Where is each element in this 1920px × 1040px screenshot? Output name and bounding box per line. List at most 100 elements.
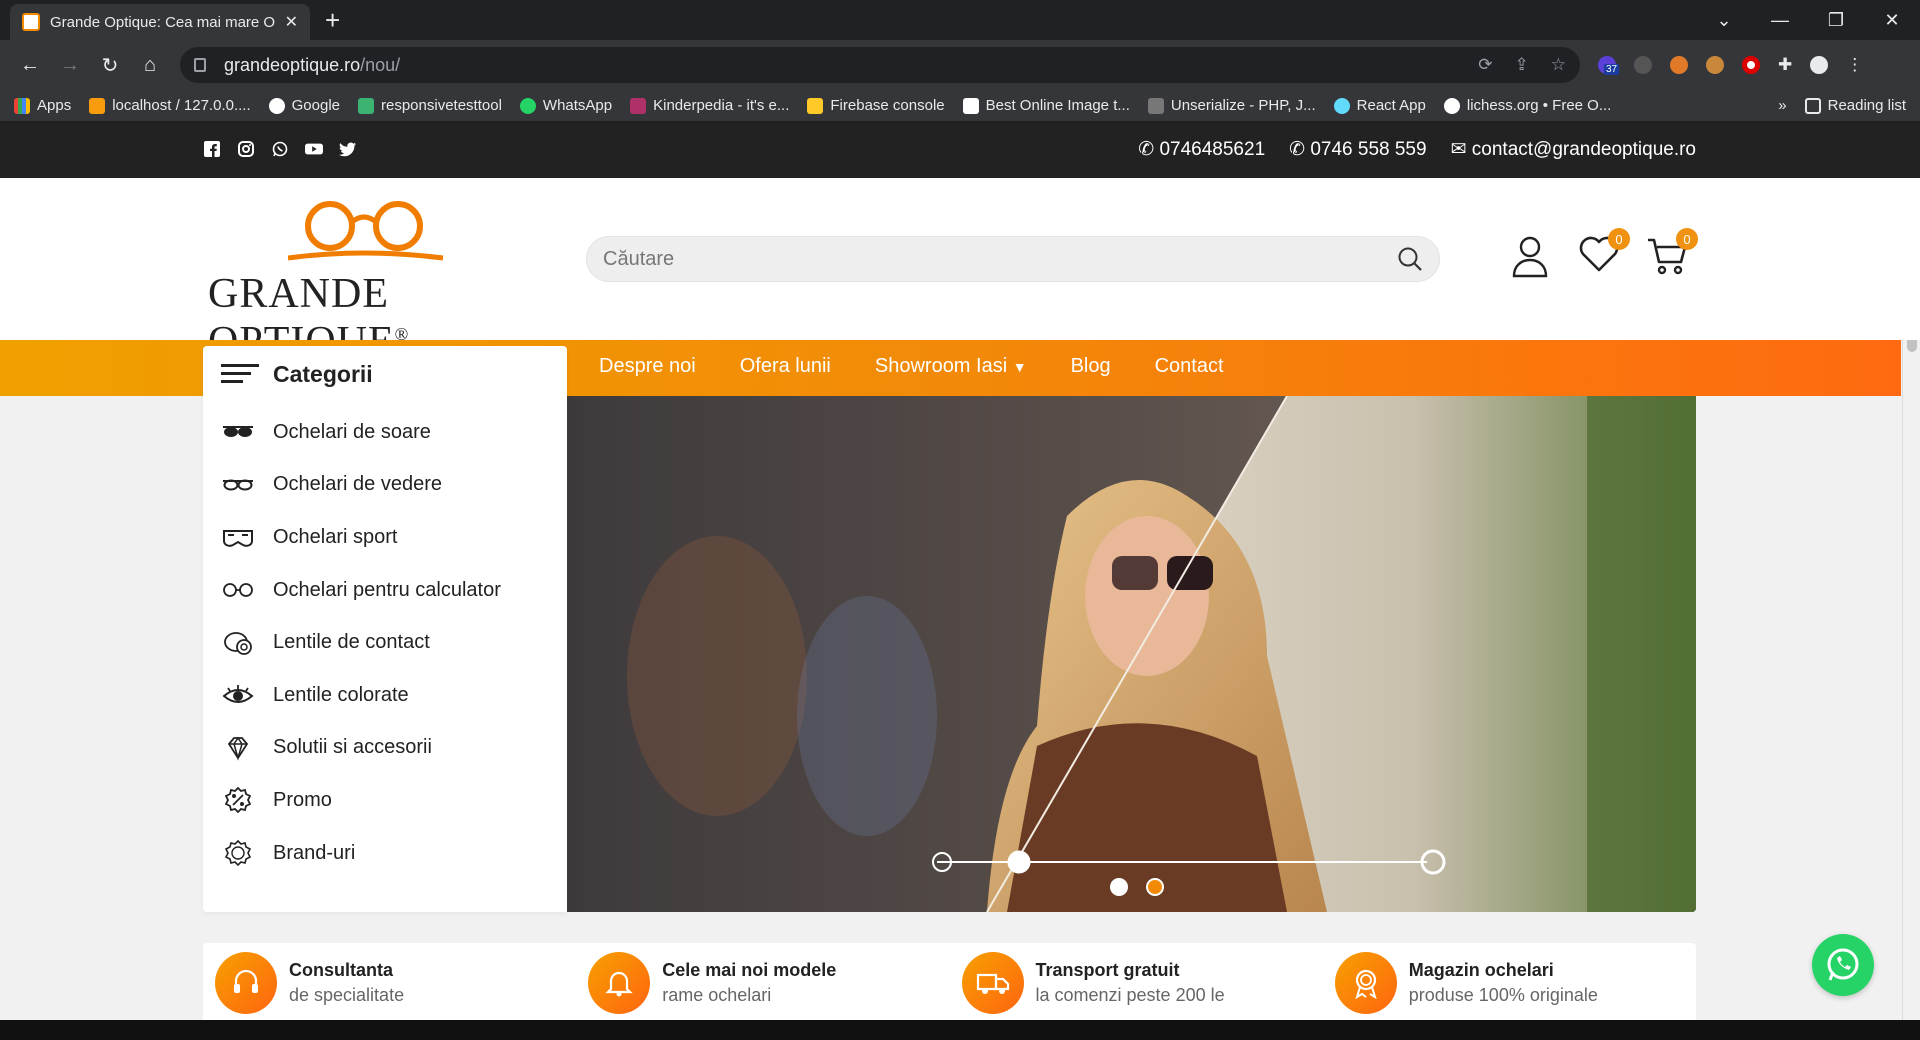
nav-despre-noi[interactable]: Despre noi [599,355,696,378]
profile-icon[interactable] [1810,56,1829,74]
feature-title: Cele mai noi modele [662,960,837,980]
bookmark-firebase[interactable]: Firebase console [807,97,945,114]
lock-icon[interactable] [194,58,206,72]
category-lentile-de-contact[interactable]: Lentile de contact [203,616,567,669]
reading-list[interactable]: Reading list [1804,97,1906,114]
bookmark-localhost[interactable]: localhost / 127.0.0.... [89,97,251,114]
category-brand-uri[interactable]: Brand-uri [203,827,567,880]
eyeglasses-icon [221,472,255,498]
bookmark-label: Firebase console [830,97,945,114]
back-icon[interactable]: ← [10,54,50,77]
nav-showroom-iasi[interactable]: Showroom Iasi ▼ [875,355,1027,378]
new-tab-icon[interactable]: + [325,6,340,34]
nav-ofera-lunii[interactable]: Ofera lunii [740,355,831,378]
forward-icon[interactable]: → [50,54,90,77]
search-input[interactable] [603,247,1397,271]
browser-tab[interactable]: Grande Optique: Cea mai mare O ✕ [10,4,310,40]
wishlist-button[interactable]: 0 [1578,228,1630,278]
slide-dot-1[interactable] [1110,878,1128,896]
category-ochelari-de-vedere[interactable]: Ochelari de vedere [203,459,567,512]
v-logo-icon [358,97,374,114]
cart-button[interactable]: 0 [1646,228,1698,278]
bookmark-star-icon[interactable]: ☆ [1551,55,1566,75]
reading-list-icon [1804,97,1821,114]
category-label: Solutii si accesorii [273,736,432,759]
category-ochelari-de-soare[interactable]: Ochelari de soare [203,406,567,459]
twitter-icon[interactable] [339,140,357,158]
category-ochelari-sport[interactable]: Ochelari sport [203,511,567,564]
category-lentile-colorate[interactable]: Lentile colorate [203,669,567,722]
address-bar[interactable]: grandeoptique.ro/nou/ ⟳ ⇪ ☆ [180,47,1580,83]
youtube-icon[interactable] [305,140,323,158]
restore-icon[interactable]: ❐ [1808,10,1864,31]
instagram-icon[interactable] [237,140,255,158]
kinderpedia-icon [630,97,647,114]
sunglasses-icon [221,419,255,445]
hero-banner-image [567,396,1696,912]
bookmark-whatsapp[interactable]: WhatsApp [519,97,613,114]
bookmarks-bar: Apps localhost / 127.0.0.... Google resp… [0,90,1920,122]
category-solutii-si-accesorii[interactable]: Solutii si accesorii [203,722,567,775]
window-close-icon[interactable]: ✕ [1864,10,1920,31]
email-link[interactable]: ✉ contact@grandeoptique.ro [1451,138,1696,161]
category-promo[interactable]: Promo [203,774,567,827]
header-actions: 0 0 [1510,228,1698,278]
cookie-extension-icon[interactable] [1670,56,1688,74]
share-icon[interactable]: ⇪ [1515,55,1529,75]
puzzle-icon[interactable]: ✚ [1778,55,1792,75]
user-icon [1512,236,1548,278]
u-icon [1147,97,1164,114]
categories-header[interactable]: Categorii [203,346,567,402]
category-ochelari-pentru-calculator[interactable]: Ochelari pentru calculator [203,564,567,617]
home-icon[interactable]: ⌂ [130,54,170,77]
translate-icon[interactable]: ⟳ [1478,55,1492,75]
feature-transport: Transport gratuit la comenzi peste 200 le [950,943,1323,1023]
bookmark-image-tool[interactable]: Best Online Image t... [962,97,1130,114]
feature-modele-noi: Cele mai noi modele rame ochelari [576,943,949,1023]
tab-search-icon[interactable]: ⌄ [1696,10,1752,31]
feature-subtitle: produse 100% originale [1408,985,1598,1005]
nav-blog[interactable]: Blog [1071,355,1111,378]
bookmark-responsivetesttool[interactable]: responsivetesttool [358,97,502,114]
category-label: Ochelari sport [273,525,398,548]
features-strip: Consultanta de specialitate Cele mai noi … [203,943,1696,1023]
bookmark-apps[interactable]: Apps [14,97,71,114]
whatsapp-icon[interactable] [271,140,289,158]
phone-link-1[interactable]: ✆ 0746485621 [1138,138,1265,161]
reload-icon[interactable]: ↻ [90,53,130,78]
apps-grid-icon [14,97,30,114]
slide-dot-2[interactable] [1146,878,1164,896]
facebook-icon[interactable] [203,140,221,158]
phone-link-2[interactable]: ✆ 0746 558 559 [1289,138,1426,161]
record-extension-icon[interactable] [1742,56,1760,74]
feature-consultanta: Consultanta de specialitate [203,943,576,1023]
bookmark-unserialize[interactable]: Unserialize - PHP, J... [1147,97,1316,114]
bookmark-label: responsivetesttool [381,97,502,114]
hero-slider[interactable] [567,396,1696,912]
bookmark-kinderpedia[interactable]: Kinderpedia - it's e... [630,97,789,114]
extension-icon[interactable] [1634,56,1652,74]
search-bar [586,236,1440,282]
site-logo[interactable]: GRANDE OPTIQUE® [208,198,548,365]
search-icon[interactable] [1397,246,1423,272]
cookie2-extension-icon[interactable] [1706,56,1724,74]
bookmark-label: Kinderpedia - it's e... [653,97,790,114]
bookmark-react-app[interactable]: React App [1333,97,1426,114]
bell-icon [588,952,651,1014]
nav-contact[interactable]: Contact [1155,355,1224,378]
bookmark-label: WhatsApp [542,97,613,114]
nav-showroom-label: Showroom Iasi [874,355,1008,377]
bookmark-lichess[interactable]: lichess.org • Free O... [1443,97,1611,114]
phpmyadmin-icon [89,97,106,114]
email-address: contact@grandeoptique.ro [1471,139,1696,160]
account-button[interactable] [1510,234,1550,278]
bookmark-google[interactable]: Google [268,97,340,114]
menu-dots-icon[interactable]: ⋮ [1846,55,1863,75]
tab-close-icon[interactable]: ✕ [285,12,298,32]
whatsapp-chat-button[interactable] [1812,934,1874,996]
more-bookmarks-icon[interactable]: » [1778,97,1786,114]
extension-badge-icon[interactable]: 37 [1598,56,1620,75]
computer-glasses-icon [221,577,255,603]
minimize-icon[interactable]: — [1752,10,1808,31]
taskbar-strip [0,1020,1920,1040]
